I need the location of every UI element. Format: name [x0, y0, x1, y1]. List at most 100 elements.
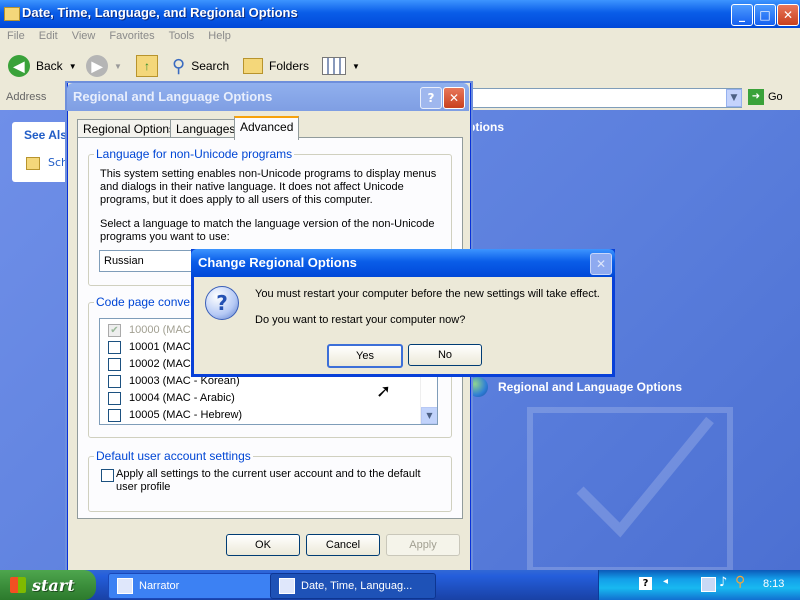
- control-panel-icon: [279, 578, 295, 594]
- schedule-icon: [26, 157, 40, 170]
- category-title: ptions: [468, 120, 504, 134]
- checkbox[interactable]: [108, 357, 121, 371]
- text-line: and dialogs in their native language. It…: [100, 181, 404, 193]
- toolbar: ◀ Back ▼ ▶ ▼ ↑ ⚲ Search Folders ▼: [0, 46, 800, 87]
- change-dialog-title: Change Regional Options: [198, 255, 357, 270]
- apply-button[interactable]: Apply: [386, 534, 460, 556]
- list-item[interactable]: 10002 (MAC -: [108, 356, 197, 372]
- nonunicode-instruction: Select a language to match the language …: [100, 218, 435, 244]
- address-label: Address: [6, 91, 47, 103]
- menu-help[interactable]: Help: [201, 28, 238, 44]
- text-line: user profile: [116, 481, 171, 493]
- chevron-down-icon: ▼: [352, 61, 360, 71]
- menu-bar: File Edit View Favorites Tools Help: [0, 28, 800, 46]
- list-item[interactable]: 10001 (MAC -: [108, 339, 197, 355]
- ok-button[interactable]: OK: [226, 534, 300, 556]
- menu-edit[interactable]: Edit: [32, 28, 65, 44]
- close-button[interactable]: ✕: [443, 87, 465, 109]
- search-button[interactable]: ⚲ Search: [172, 52, 229, 80]
- text-line: Select a language to match the language …: [100, 218, 435, 230]
- regional-options-link-label: Regional and Language Options: [498, 380, 683, 394]
- list-item-label: 10004 (MAC - Arabic): [129, 392, 235, 404]
- narrator-icon: [117, 578, 133, 594]
- default-user-legend: Default user account settings: [94, 449, 253, 463]
- explorer-titlebar[interactable]: Date, Time, Language, and Regional Optio…: [0, 0, 800, 28]
- taskbar-item-label: Narrator: [139, 580, 180, 592]
- list-item[interactable]: ✔ 10000 (MAC -: [108, 322, 197, 338]
- checkbox[interactable]: [108, 340, 121, 354]
- folders-icon: [243, 58, 263, 74]
- taskbar-item-date-time[interactable]: Date, Time, Languag...: [270, 573, 436, 599]
- back-button[interactable]: ◀ Back ▼: [8, 52, 77, 80]
- address-input[interactable]: [465, 88, 742, 108]
- text-line: This system setting enables non-Unicode …: [100, 168, 437, 180]
- checkmark-watermark-icon: [527, 407, 733, 570]
- tab-languages[interactable]: Languages: [170, 119, 242, 138]
- explorer-title: Date, Time, Language, and Regional Optio…: [22, 5, 298, 20]
- menu-view[interactable]: View: [65, 28, 103, 44]
- views-icon: [322, 57, 346, 75]
- forward-arrow-icon: ▶: [86, 55, 108, 77]
- start-label: start: [32, 575, 75, 595]
- go-label: Go: [768, 91, 783, 103]
- speaker-icon[interactable]: ♪: [719, 575, 727, 590]
- yes-button[interactable]: Yes: [327, 344, 403, 368]
- list-item[interactable]: 10004 (MAC - Arabic): [108, 390, 235, 406]
- folders-button[interactable]: Folders: [243, 52, 309, 80]
- regional-dialog-titlebar[interactable]: Regional and Language Options ? ✕: [67, 83, 469, 111]
- codepage-legend: Code page conversi: [94, 295, 205, 309]
- network-icon[interactable]: [701, 577, 716, 592]
- forward-button[interactable]: ▶ ▼: [86, 52, 122, 80]
- text-line: programs you want to use:: [100, 231, 230, 243]
- maximize-button[interactable]: □: [754, 4, 776, 26]
- menu-favorites[interactable]: Favorites: [102, 28, 161, 44]
- nonunicode-description: This system setting enables non-Unicode …: [100, 168, 436, 207]
- search-icon[interactable]: ⚲: [735, 574, 745, 590]
- menu-tools[interactable]: Tools: [162, 28, 202, 44]
- tab-regional-options[interactable]: Regional Options: [77, 119, 182, 138]
- text-line: programs, but it does apply to all users…: [100, 194, 373, 206]
- go-arrow-icon: ➜: [748, 89, 764, 105]
- list-item-label: 10001 (MAC -: [129, 341, 198, 353]
- taskbar-item-label: Date, Time, Languag...: [301, 580, 413, 592]
- folders-label: Folders: [269, 59, 310, 73]
- go-button[interactable]: ➜ Go: [748, 89, 783, 105]
- address-dropdown-icon[interactable]: ▼: [726, 89, 742, 107]
- close-button[interactable]: ✕: [777, 4, 799, 26]
- close-button[interactable]: ✕: [590, 253, 612, 275]
- list-item[interactable]: 10005 (MAC - Hebrew): [108, 407, 242, 423]
- taskbar-item-narrator[interactable]: Narrator: [108, 573, 276, 599]
- mouse-cursor-icon: ➚: [376, 381, 392, 402]
- minimize-button[interactable]: _: [731, 4, 753, 26]
- change-dialog-titlebar[interactable]: Change Regional Options ✕: [191, 249, 615, 277]
- help-button[interactable]: ?: [420, 87, 442, 109]
- restart-message: You must restart your computer before th…: [255, 288, 600, 300]
- tray-arrow-icon[interactable]: ◂: [663, 576, 668, 587]
- no-button[interactable]: No: [408, 344, 482, 366]
- start-button[interactable]: start: [0, 570, 96, 600]
- help-icon[interactable]: ?: [639, 577, 652, 590]
- checkbox[interactable]: [108, 374, 121, 388]
- checkbox[interactable]: ✔: [108, 323, 121, 337]
- up-folder-button[interactable]: ↑: [136, 52, 158, 80]
- language-select[interactable]: Russian: [99, 250, 205, 272]
- see-also-title: See Als: [24, 128, 67, 142]
- scroll-down-icon[interactable]: ▼: [421, 407, 437, 424]
- up-folder-icon: ↑: [136, 55, 158, 77]
- menu-file[interactable]: File: [0, 28, 32, 44]
- checkbox[interactable]: [108, 408, 121, 422]
- apply-all-checkbox[interactable]: [101, 469, 114, 482]
- regional-options-link[interactable]: Regional and Language Options: [468, 377, 682, 397]
- checkbox[interactable]: [108, 391, 121, 405]
- nonunicode-legend: Language for non-Unicode programs: [94, 147, 295, 161]
- system-tray: ? ◂ ♪ ⚲ 8:13: [598, 570, 800, 600]
- views-button[interactable]: ▼: [322, 52, 360, 80]
- cancel-button[interactable]: Cancel: [306, 534, 380, 556]
- tab-advanced[interactable]: Advanced: [234, 116, 300, 140]
- see-also-item[interactable]: Sch: [48, 156, 68, 169]
- chevron-down-icon: ▼: [68, 61, 77, 71]
- text-line: Apply all settings to the current user a…: [116, 468, 421, 480]
- search-label: Search: [191, 59, 230, 73]
- back-arrow-icon: ◀: [8, 55, 30, 77]
- windows-logo-icon: [10, 577, 26, 593]
